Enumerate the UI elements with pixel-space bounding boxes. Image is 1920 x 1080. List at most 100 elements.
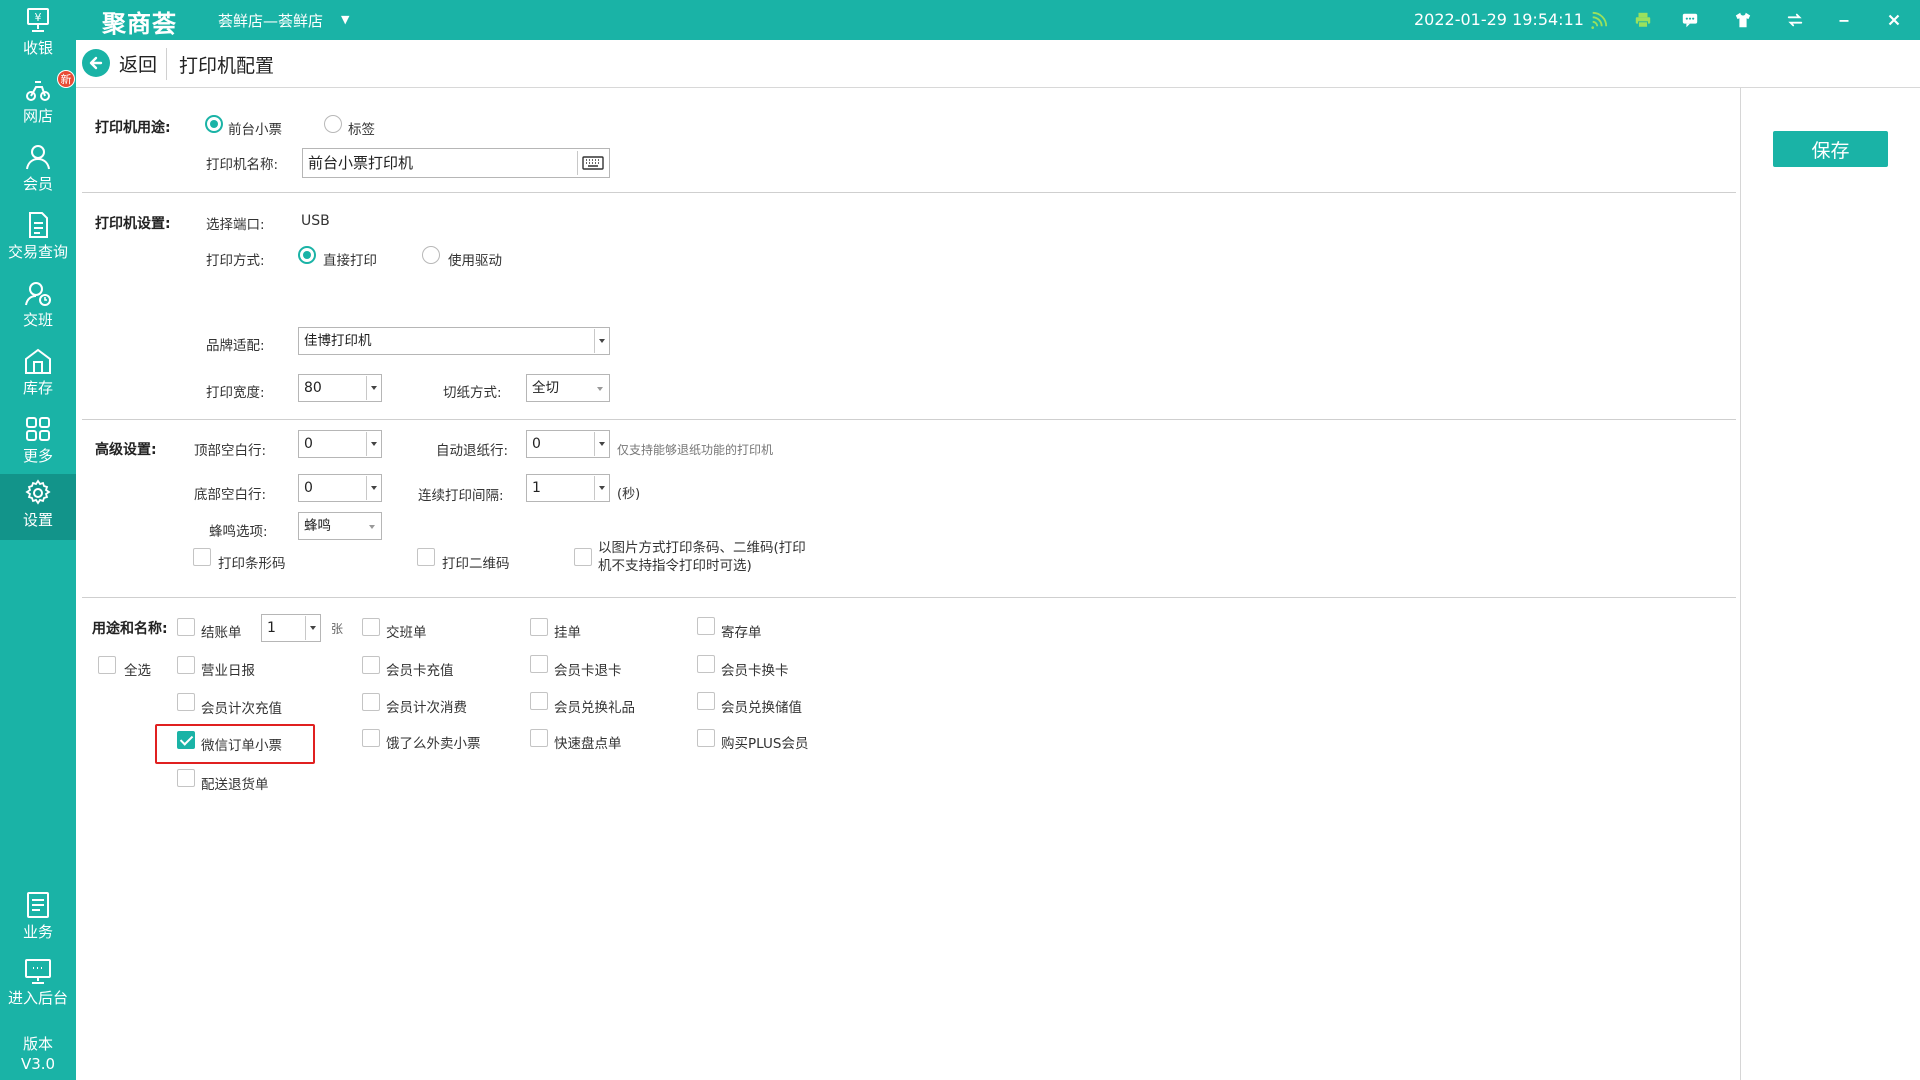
sidebar-item-shift[interactable]: 交班 [0, 274, 76, 336]
print-interval-label: 连续打印间隔: [418, 488, 504, 504]
top-blank-value: 0 [304, 436, 313, 452]
cut-mode-select[interactable]: 全切 [526, 374, 610, 402]
auto-retract-select[interactable]: 0 [526, 430, 610, 458]
plus-member-checkbox[interactable] [697, 729, 715, 747]
select-all-checkbox[interactable] [98, 656, 116, 674]
deposit-label[interactable]: 寄存单 [721, 621, 762, 641]
radio-direct-print-label[interactable]: 直接打印 [323, 249, 377, 269]
card-recharge-label[interactable]: 会员卡充值 [386, 659, 454, 679]
back-button[interactable]: 返回 [82, 48, 157, 78]
chevron-down-icon[interactable] [366, 476, 380, 500]
print-barcode-label[interactable]: 打印条形码 [218, 552, 286, 572]
sidebar-item-member[interactable]: 会员 [0, 138, 76, 200]
copies-select[interactable]: 1 [261, 614, 321, 642]
times-consume-checkbox[interactable] [362, 693, 380, 711]
card-refund-checkbox[interactable] [530, 655, 548, 673]
chevron-down-icon[interactable] [594, 476, 608, 500]
card-recharge-checkbox[interactable] [362, 656, 380, 674]
eleme-receipt-checkbox[interactable] [362, 729, 380, 747]
checkout-label[interactable]: 结账单 [201, 621, 242, 641]
chevron-down-icon[interactable] [594, 329, 608, 353]
printer-icon[interactable] [1631, 8, 1655, 32]
advanced-section-label: 高级设置: [95, 442, 157, 458]
chevron-down-icon[interactable] [597, 387, 603, 391]
print-barcode-checkbox[interactable] [193, 548, 211, 566]
sidebar-item-business[interactable]: 业务 [0, 886, 76, 948]
print-qrcode-label[interactable]: 打印二维码 [442, 552, 510, 572]
top-blank-select[interactable]: 0 [298, 430, 382, 458]
wifi-icon[interactable] [1587, 8, 1611, 32]
value-redeem-label[interactable]: 会员兑换储值 [721, 696, 802, 716]
deposit-checkbox[interactable] [697, 617, 715, 635]
chevron-down-icon[interactable] [594, 432, 608, 456]
stocktake-checkbox[interactable] [530, 729, 548, 747]
delivery-return-checkbox[interactable] [177, 769, 195, 787]
image-mode-checkbox[interactable] [574, 548, 592, 566]
chevron-down-icon[interactable] [369, 525, 375, 529]
image-mode-label[interactable]: 以图片方式打印条码、二维码(打印 机不支持指令打印时可选) [598, 539, 806, 575]
message-icon[interactable] [1678, 8, 1702, 32]
print-interval-unit: (秒) [617, 487, 641, 502]
bottom-blank-select[interactable]: 0 [298, 474, 382, 502]
chevron-down-icon[interactable]: ▼ [341, 13, 349, 26]
radio-use-driver-label[interactable]: 使用驱动 [448, 249, 502, 269]
sidebar-item-cashier[interactable]: ¥ 收银 [0, 2, 76, 64]
back-arrow-icon[interactable] [82, 49, 110, 77]
card-replace-checkbox[interactable] [697, 655, 715, 673]
print-qrcode-checkbox[interactable] [417, 548, 435, 566]
daily-report-checkbox[interactable] [177, 656, 195, 674]
chevron-down-icon[interactable] [366, 376, 380, 400]
stocktake-label[interactable]: 快速盘点单 [554, 732, 622, 752]
eleme-receipt-label[interactable]: 饿了么外卖小票 [386, 732, 481, 752]
times-recharge-checkbox[interactable] [177, 693, 195, 711]
shirt-icon[interactable] [1731, 8, 1755, 32]
brand-select[interactable]: 佳博打印机 [298, 327, 610, 355]
shift-label[interactable]: 交班单 [386, 621, 427, 641]
close-icon[interactable] [1882, 8, 1906, 32]
printer-name-input[interactable]: 前台小票打印机 [302, 148, 610, 178]
times-consume-label[interactable]: 会员计次消费 [386, 696, 467, 716]
chevron-down-icon[interactable] [366, 432, 380, 456]
sidebar-item-inventory[interactable]: 库存 [0, 342, 76, 404]
radio-front-receipt-label[interactable]: 前台小票 [228, 118, 282, 138]
chevron-down-icon[interactable] [305, 616, 319, 640]
hold-label[interactable]: 挂单 [554, 621, 581, 641]
printer-name-label: 打印机名称: [206, 157, 279, 173]
cut-mode-value: 全切 [532, 380, 559, 396]
sidebar-item-backend[interactable]: 进入后台 [0, 952, 76, 1014]
save-button[interactable]: 保存 [1773, 131, 1888, 167]
radio-label-printer-label[interactable]: 标签 [348, 118, 375, 138]
radio-direct-print[interactable] [298, 246, 316, 264]
transaction-query-icon [29, 212, 48, 238]
switch-icon[interactable] [1783, 8, 1807, 32]
app-logo: 聚商荟 [102, 10, 177, 38]
shift-checkbox[interactable] [362, 618, 380, 636]
keyboard-icon[interactable] [577, 151, 607, 175]
printer-settings-section-label: 打印机设置: [95, 216, 171, 232]
card-replace-label[interactable]: 会员卡换卡 [721, 659, 789, 679]
sidebar-item-more[interactable]: 更多 [0, 410, 76, 472]
card-refund-label[interactable]: 会员卡退卡 [554, 659, 622, 679]
delivery-return-label[interactable]: 配送退货单 [201, 773, 269, 793]
radio-label-printer[interactable] [324, 115, 342, 133]
hold-checkbox[interactable] [530, 618, 548, 636]
checkout-checkbox[interactable] [177, 618, 195, 636]
times-recharge-label[interactable]: 会员计次充值 [201, 697, 282, 717]
minimize-icon[interactable] [1832, 8, 1856, 32]
radio-use-driver[interactable] [422, 246, 440, 264]
store-selector[interactable]: 荟鲜店—荟鲜店 [218, 10, 323, 31]
select-all-label[interactable]: 全选 [124, 659, 151, 679]
plus-member-label[interactable]: 购买PLUS会员 [721, 732, 808, 752]
sidebar-item-settings[interactable]: 设置 [0, 474, 76, 540]
beep-label: 蜂鸣选项: [209, 524, 268, 540]
daily-report-label[interactable]: 营业日报 [201, 659, 255, 679]
print-interval-select[interactable]: 1 [526, 474, 610, 502]
gift-redeem-label[interactable]: 会员兑换礼品 [554, 696, 635, 716]
print-width-select[interactable]: 80 [298, 374, 382, 402]
gift-redeem-checkbox[interactable] [530, 692, 548, 710]
sidebar-item-transaction-query[interactable]: 交易查询 [0, 206, 76, 268]
value-redeem-checkbox[interactable] [697, 692, 715, 710]
back-label[interactable]: 返回 [119, 50, 157, 77]
beep-select[interactable]: 蜂鸣 [298, 512, 382, 540]
radio-front-receipt[interactable] [205, 115, 223, 133]
